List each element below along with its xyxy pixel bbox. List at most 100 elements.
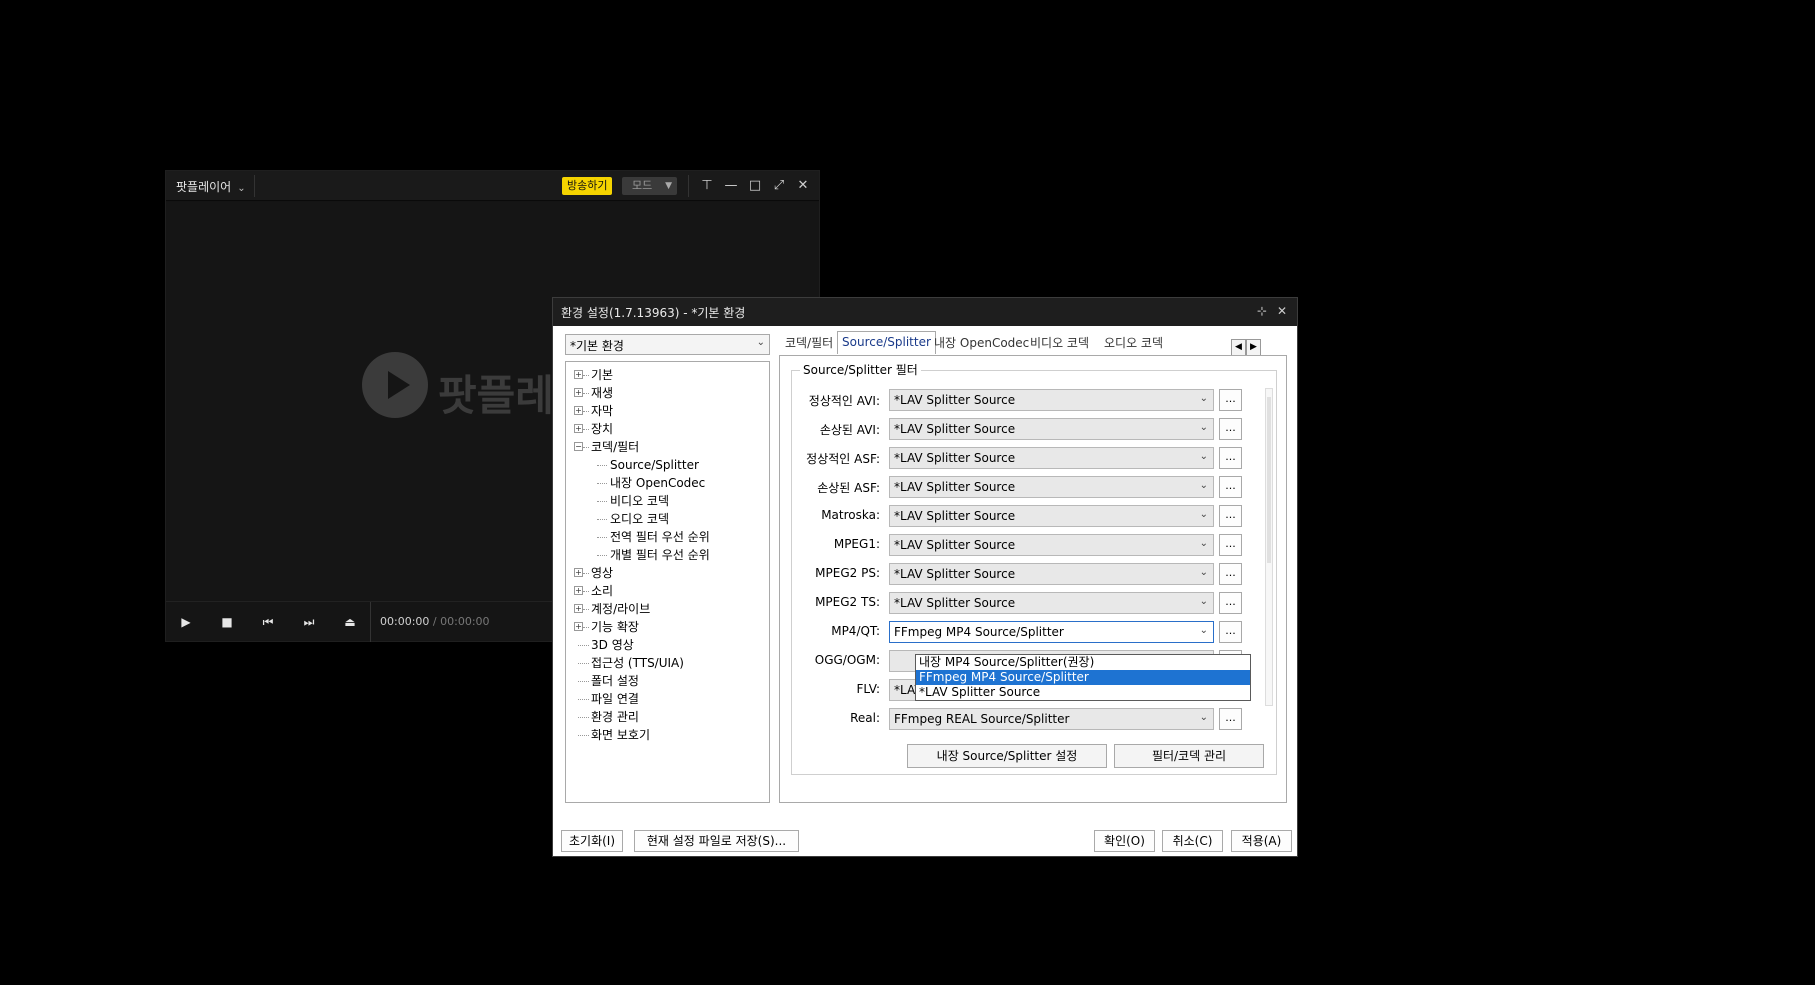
settings-dialog: 환경 설정(1.7.13963) - *기본 환경 ⊹ ✕ *기본 환경 ⌄ +… <box>552 297 1298 857</box>
tab-audio-codec[interactable]: 오디오 코덱 <box>1100 333 1167 353</box>
close-icon[interactable]: ✕ <box>793 176 813 196</box>
time-total: 00:00:00 <box>440 615 490 628</box>
previous-icon[interactable]: ⏮ <box>258 612 278 632</box>
pin-icon[interactable]: ⊤ <box>697 176 717 196</box>
scrollbar-thumb[interactable] <box>1267 397 1271 563</box>
stop-icon[interactable]: ■ <box>217 612 237 632</box>
ellipsis-button[interactable]: ... <box>1219 476 1242 498</box>
tree-subitem[interactable]: 오디오 코덱 <box>566 510 769 528</box>
tree-item[interactable]: + 기본 <box>566 366 769 384</box>
expand-icon[interactable]: + <box>574 622 583 631</box>
eject-icon[interactable]: ⏏ <box>340 612 360 632</box>
tree-item[interactable]: + 영상 <box>566 564 769 582</box>
tree-item[interactable]: 접근성 (TTS/UIA) <box>566 654 769 672</box>
chevron-down-icon: ⌄ <box>1199 567 1208 578</box>
tree-subitem[interactable]: Source/Splitter <box>566 456 769 474</box>
ellipsis-button[interactable]: ... <box>1219 418 1242 440</box>
app-name: 팟플레이어 <box>176 180 232 194</box>
dropdown-option[interactable]: 내장 MP4 Source/Splitter(권장) <box>916 655 1250 670</box>
tree-subitem[interactable]: 전역 필터 우선 순위 <box>566 528 769 546</box>
expand-icon[interactable]: + <box>574 568 583 577</box>
tree-item[interactable]: − 코덱/필터 <box>566 438 769 456</box>
expand-icon[interactable]: + <box>574 388 583 397</box>
ellipsis-button[interactable]: ... <box>1219 505 1242 527</box>
filter-select[interactable]: *LAV Splitter Source⌄ <box>889 534 1214 556</box>
setting-row: MPEG2 PS: *LAV Splitter Source ⌄... <box>792 563 1262 585</box>
ellipsis-button[interactable]: ... <box>1219 563 1242 585</box>
filter-select[interactable]: *LAV Splitter Source⌄ <box>889 418 1214 440</box>
play-icon[interactable]: ▶ <box>176 612 196 632</box>
tree-item[interactable]: + 장치 <box>566 420 769 438</box>
ellipsis-button[interactable]: ... <box>1219 621 1242 643</box>
tree-item[interactable]: + 자막 <box>566 402 769 420</box>
expand-icon[interactable]: + <box>574 424 583 433</box>
ok-button[interactable]: 확인(O) <box>1094 830 1155 852</box>
tab-video-codec[interactable]: 비디오 코덱 <box>1026 333 1093 353</box>
time-display: 00:00:00 / 00:00:00 <box>380 615 490 628</box>
tree-item[interactable]: 환경 관리 <box>566 708 769 726</box>
filter-select[interactable]: *LAV Splitter Source⌄ <box>889 592 1214 614</box>
preset-select[interactable]: *기본 환경 ⌄ <box>565 334 770 355</box>
expand-icon[interactable]: + <box>574 370 583 379</box>
tree-item[interactable]: 폴더 설정 <box>566 672 769 690</box>
tree-item[interactable]: + 재생 <box>566 384 769 402</box>
filter-select[interactable]: *LAV Splitter Source⌄ <box>889 476 1214 498</box>
filter-select-open[interactable]: FFmpeg MP4 Source/Splitter ⌄ <box>889 621 1214 643</box>
broadcast-button[interactable]: 방송하기 <box>562 177 613 195</box>
ellipsis-button[interactable]: ... <box>1219 534 1242 556</box>
filter-manage-button[interactable]: 필터/코덱 관리 <box>1114 744 1264 768</box>
mode-button[interactable]: 모드 ▼ <box>622 177 677 195</box>
filter-select[interactable]: *LAV Splitter Source⌄ <box>889 447 1214 469</box>
tree-item[interactable]: + 기능 확장 <box>566 618 769 636</box>
tree-item[interactable]: 파일 연결 <box>566 690 769 708</box>
dropdown-option[interactable]: *LAV Splitter Source <box>916 685 1250 700</box>
filter-select[interactable]: FFmpeg REAL Source/Splitter ⌄ <box>889 708 1214 730</box>
filter-select[interactable]: *LAV Splitter Source⌄ <box>889 505 1214 527</box>
tree-subitem[interactable]: 개별 필터 우선 순위 <box>566 546 769 564</box>
tab-strip: 코덱/필터 Source/Splitter 내장 OpenCodec 비디오 코… <box>779 331 1277 356</box>
filter-select[interactable]: *LAV Splitter Source⌄ <box>889 389 1214 411</box>
tab-panel: Source/Splitter 필터 정상적인 AVI: *LAV Splitte… <box>779 355 1287 803</box>
ellipsis-button[interactable]: ... <box>1219 389 1242 411</box>
cancel-button[interactable]: 취소(C) <box>1162 830 1223 852</box>
group-title: Source/Splitter 필터 <box>800 361 921 378</box>
tab-opencodec[interactable]: 내장 OpenCodec <box>930 333 1033 353</box>
scrollbar[interactable] <box>1265 388 1273 706</box>
tree-item[interactable]: + 소리 <box>566 582 769 600</box>
triangle-down-icon: ▼ <box>665 181 672 191</box>
pin-icon[interactable]: ⊹ <box>1257 304 1267 318</box>
tab-source-splitter[interactable]: Source/Splitter <box>837 331 936 354</box>
fullscreen-icon[interactable]: ⤢ <box>769 176 789 196</box>
setting-row: 정상적인 ASF: *LAV Splitter Source ⌄... <box>792 447 1262 469</box>
save-settings-button[interactable]: 현재 설정 파일로 저장(S)... <box>634 830 799 852</box>
tab-codec-filter[interactable]: 코덱/필터 <box>781 333 837 353</box>
expand-icon[interactable]: + <box>574 586 583 595</box>
reset-button[interactable]: 초기화(I) <box>561 830 623 852</box>
ellipsis-button[interactable]: ... <box>1219 592 1242 614</box>
tree-item[interactable]: 화면 보호기 <box>566 726 769 744</box>
expand-icon[interactable]: + <box>574 604 583 613</box>
tree-item[interactable]: 3D 영상 <box>566 636 769 654</box>
close-icon[interactable]: ✕ <box>1277 304 1287 318</box>
ellipsis-button[interactable]: ... <box>1219 447 1242 469</box>
tree-item[interactable]: + 계정/라이브 <box>566 600 769 618</box>
next-icon[interactable]: ⏭ <box>299 612 319 632</box>
filter-select[interactable]: *LAV Splitter Source⌄ <box>889 563 1214 585</box>
time-separator: / <box>432 615 437 628</box>
dropdown-option-selected[interactable]: FFmpeg MP4 Source/Splitter <box>916 670 1250 685</box>
tree-subitem[interactable]: 비디오 코덱 <box>566 492 769 510</box>
arrow-left-icon[interactable]: ◀ <box>1231 339 1246 356</box>
tree-subitem[interactable]: 내장 OpenCodec <box>566 474 769 492</box>
chevron-down-icon: ⌄ <box>1199 393 1208 404</box>
arrow-right-icon[interactable]: ▶ <box>1246 339 1261 356</box>
expand-icon[interactable]: + <box>574 406 583 415</box>
apply-button[interactable]: 적용(A) <box>1231 830 1292 852</box>
source-splitter-group: Source/Splitter 필터 정상적인 AVI: *LAV Splitte… <box>791 361 1277 775</box>
ellipsis-button[interactable]: ... <box>1219 708 1242 730</box>
maximize-icon[interactable]: □ <box>745 176 765 196</box>
minimize-icon[interactable]: — <box>721 176 741 196</box>
play-logo-icon <box>362 352 428 418</box>
app-menu[interactable]: 팟플레이어 ⌄ <box>176 178 246 195</box>
collapse-icon[interactable]: − <box>574 442 583 451</box>
builtin-settings-button[interactable]: 내장 Source/Splitter 설정 <box>907 744 1107 768</box>
